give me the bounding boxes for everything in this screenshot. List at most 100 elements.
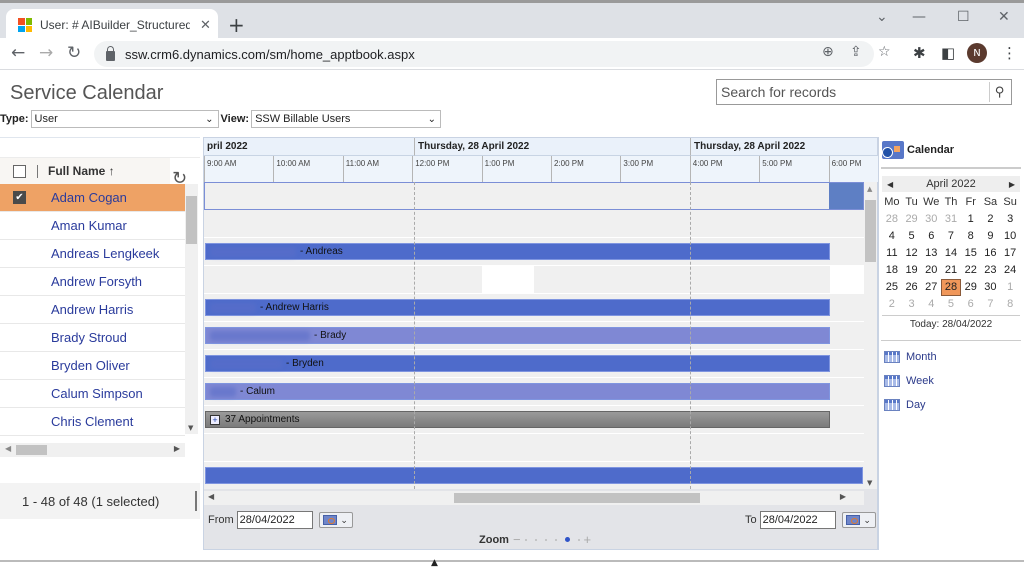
calendar-day[interactable]: 28 xyxy=(941,279,961,296)
calendar-day[interactable]: 21 xyxy=(941,262,961,279)
calendar-day[interactable]: 1 xyxy=(1000,279,1020,296)
close-window-button[interactable]: ✕ xyxy=(998,9,1010,25)
scheduler-lane[interactable] xyxy=(204,210,864,238)
grid-row[interactable]: ✔ Adam Cogan xyxy=(0,184,185,212)
scheduler-lane[interactable] xyxy=(204,266,864,294)
calendar-day[interactable]: 5 xyxy=(902,228,922,245)
calendar-day[interactable]: 14 xyxy=(941,245,961,262)
calendar-day[interactable]: 2 xyxy=(981,211,1001,228)
next-month-button[interactable]: ▶ xyxy=(1009,180,1015,189)
calendar-day[interactable]: 2 xyxy=(882,296,902,313)
user-name-link[interactable]: Andreas Lengkeek xyxy=(51,246,159,261)
view-select[interactable]: SSW Billable Users ⌄ xyxy=(251,110,442,128)
calendar-day[interactable]: 29 xyxy=(902,211,922,228)
maximize-button[interactable]: ☐ xyxy=(957,9,970,25)
calendar-day[interactable]: 30 xyxy=(921,211,941,228)
scheduler-horizontal-scrollbar[interactable]: ◀ ▶ xyxy=(204,491,864,505)
to-date-input[interactable] xyxy=(759,511,836,529)
search-icon[interactable]: ⚲ xyxy=(989,82,1009,102)
calendar-day[interactable]: 17 xyxy=(1000,245,1020,262)
calendar-day[interactable]: 9 xyxy=(981,228,1001,245)
user-name-link[interactable]: Andrew Forsyth xyxy=(51,274,142,289)
appointment-bar[interactable] xyxy=(205,467,863,484)
type-select[interactable]: User ⌄ xyxy=(30,110,219,128)
calendar-day[interactable]: 28 xyxy=(882,211,902,228)
calendar-day[interactable]: 6 xyxy=(921,228,941,245)
calendar-day[interactable]: 7 xyxy=(981,296,1001,313)
user-name-link[interactable]: Calum Simpson xyxy=(51,386,143,401)
today-link[interactable]: Today: 28/04/2022 xyxy=(882,315,1020,330)
scheduler-vertical-scrollbar[interactable]: ▲ ▼ xyxy=(864,182,877,489)
user-name-link[interactable]: Andrew Harris xyxy=(51,302,133,317)
browser-tab[interactable]: User: # AIBuilder_StructuredML_P ✕ xyxy=(6,9,218,41)
zoom-level-dot[interactable] xyxy=(564,537,570,542)
calendar-day[interactable]: 4 xyxy=(921,296,941,313)
user-name-link[interactable]: Aman Kumar xyxy=(51,218,127,233)
zoom-level-dot[interactable] xyxy=(554,538,557,541)
user-name-link[interactable]: Adam Cogan xyxy=(51,190,127,205)
user-name-link[interactable]: Brady Stroud xyxy=(51,330,127,345)
grid-row[interactable]: Chris Clement xyxy=(0,408,185,436)
appointment-bar[interactable]: - Andreas xyxy=(205,243,830,260)
back-button[interactable]: ← xyxy=(11,43,25,63)
calendar-day[interactable]: 6 xyxy=(961,296,981,313)
calendar-day[interactable]: 25 xyxy=(882,279,902,296)
zoom-level-dot[interactable] xyxy=(544,538,547,541)
calendar-day[interactable]: 7 xyxy=(941,228,961,245)
grid-row[interactable]: Andrew Forsyth xyxy=(0,268,185,296)
view-day-link[interactable]: Day xyxy=(884,399,926,411)
extensions-icon[interactable]: ✱ xyxy=(913,44,926,62)
appointment-bar[interactable]: - Bryden xyxy=(205,355,830,372)
calendar-day[interactable]: 26 xyxy=(902,279,922,296)
zoom-in-button[interactable]: + xyxy=(584,532,592,547)
zoom-out-button[interactable]: − xyxy=(513,532,521,547)
selected-slot[interactable] xyxy=(829,183,863,209)
calendar-day[interactable]: 18 xyxy=(882,262,902,279)
forward-button[interactable]: → xyxy=(39,43,53,63)
share-icon[interactable]: ⇪ xyxy=(850,44,862,60)
view-month-link[interactable]: Month xyxy=(884,351,937,363)
zoom-level-dot[interactable] xyxy=(577,538,580,541)
scheduler-lane[interactable] xyxy=(204,434,864,462)
zoom-level-dot[interactable] xyxy=(534,538,537,541)
grid-row[interactable]: Calum Simpson xyxy=(0,380,185,408)
calendar-day[interactable]: 22 xyxy=(961,262,981,279)
new-tab-button[interactable]: + xyxy=(228,13,245,37)
grid-row[interactable]: Aman Kumar xyxy=(0,212,185,240)
calendar-day[interactable]: 8 xyxy=(961,228,981,245)
from-date-input[interactable] xyxy=(236,511,313,529)
grid-row[interactable]: Bryden Oliver xyxy=(0,352,185,380)
grid-horizontal-scrollbar[interactable]: ◀ ▶ xyxy=(0,443,185,457)
grid-vertical-scrollbar[interactable]: ▼ xyxy=(185,184,198,434)
grid-row[interactable]: Brady Stroud xyxy=(0,324,185,352)
calendar-day[interactable]: 4 xyxy=(882,228,902,245)
calendar-day[interactable]: 13 xyxy=(921,245,941,262)
calendar-day[interactable]: 24 xyxy=(1000,262,1020,279)
to-date-picker-button[interactable]: ⌄ xyxy=(841,512,876,528)
full-name-column-header[interactable]: Full Name ↑ xyxy=(48,164,115,178)
prev-month-button[interactable]: ◀ xyxy=(887,180,893,189)
appointment-group-bar[interactable]: +37 Appointments xyxy=(205,411,830,428)
row-checkbox-checked[interactable]: ✔ xyxy=(13,191,26,204)
grid-row[interactable]: Andrew Harris xyxy=(0,296,185,324)
select-all-checkbox[interactable] xyxy=(13,164,26,178)
minimize-button[interactable]: — xyxy=(912,9,926,25)
browser-menu-icon[interactable]: ⋮ xyxy=(1002,44,1017,62)
grid-row[interactable]: Andreas Lengkeek xyxy=(0,240,185,268)
calendar-day[interactable]: 20 xyxy=(921,262,941,279)
calendar-day[interactable]: 31 xyxy=(941,211,961,228)
calendar-day[interactable]: 16 xyxy=(981,245,1001,262)
calendar-day[interactable]: 11 xyxy=(882,245,902,262)
calendar-day[interactable]: 12 xyxy=(902,245,922,262)
tab-close-icon[interactable]: ✕ xyxy=(200,18,211,33)
user-name-link[interactable]: Bryden Oliver xyxy=(51,358,130,373)
calendar-day[interactable]: 10 xyxy=(1000,228,1020,245)
address-bar[interactable]: ssw.crm6.dynamics.com/sm/home_apptbook.a… xyxy=(94,41,874,67)
calendar-day[interactable]: 19 xyxy=(902,262,922,279)
bookmark-star-icon[interactable]: ☆ xyxy=(878,44,891,60)
side-panel-icon[interactable]: ◧ xyxy=(941,44,955,62)
calendar-day[interactable]: 3 xyxy=(1000,211,1020,228)
calendar-day[interactable]: 30 xyxy=(981,279,1001,296)
calendar-day[interactable]: 3 xyxy=(902,296,922,313)
splitter-handle-icon[interactable]: ▲ xyxy=(431,558,438,568)
